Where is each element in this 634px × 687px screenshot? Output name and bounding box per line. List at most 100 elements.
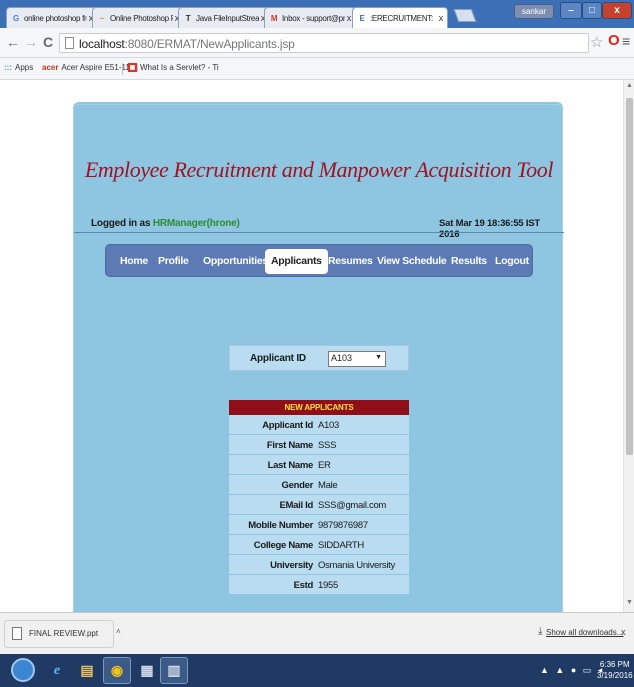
scroll-thumb[interactable]: [626, 98, 633, 455]
table-row: Estd 1955: [229, 575, 409, 595]
tab-title: Java FileInputStream and: [196, 13, 259, 23]
download-item[interactable]: FINAL REVIEW.ppt: [4, 620, 114, 648]
page-title: Employee Recruitment and Manpower Acquis…: [84, 157, 554, 182]
show-all-downloads-link[interactable]: Show all downloads...: [546, 628, 623, 637]
nav-applicants[interactable]: Applicants: [265, 249, 328, 274]
internet-explorer-icon[interactable]: e: [43, 657, 71, 684]
file-explorer-icon[interactable]: ▤: [73, 657, 101, 684]
profile-badge[interactable]: sankar: [514, 4, 554, 19]
bookmarks-bar: ::: Apps acer Acer Aspire E51-111 | ▣ Wh…: [0, 58, 634, 80]
download-file-name: FINAL REVIEW.ppt: [29, 629, 99, 638]
row-value: Osmania University: [318, 560, 395, 571]
row-label: Applicant Id: [262, 420, 313, 431]
close-window-button[interactable]: x: [602, 2, 632, 19]
login-prefix: Logged in as: [91, 218, 153, 229]
photoshop-icon: ~: [99, 13, 105, 23]
row-label: University: [270, 560, 313, 571]
tab-title: online photoshop free - (: [24, 13, 87, 23]
tab-gmail-inbox[interactable]: M Inbox - support@project x: [264, 7, 356, 28]
site-icon: ▣: [128, 63, 137, 72]
table-row: EMail Id SSS@gmail.com: [229, 495, 409, 515]
apps-grid-icon: :::: [4, 63, 12, 72]
nav-profile[interactable]: Profile: [158, 245, 189, 278]
download-icon: ⤓: [538, 626, 543, 637]
app-container: Employee Recruitment and Manpower Acquis…: [73, 104, 564, 612]
current-datetime: Sat Mar 19 18:36:55 IST 2016: [439, 218, 541, 240]
applicant-id-label: Applicant ID: [250, 353, 306, 364]
table-row: Last Name ER: [229, 455, 409, 475]
details-header: NEW APPLICANTS: [229, 400, 409, 415]
row-label: Gender: [281, 480, 314, 491]
page-icon: E: [359, 13, 365, 23]
close-downloads-icon[interactable]: x: [621, 627, 626, 637]
maximize-button[interactable]: □: [582, 2, 602, 19]
bookmark-label: What Is a Servlet? - Ti: [140, 63, 219, 72]
row-label: Estd: [293, 580, 314, 591]
bookmark-separator: [122, 63, 123, 75]
browser-toolbar: ← → C localhost:8080/ERMAT/NewApplicants…: [0, 28, 634, 58]
tab-java-fileinputstream[interactable]: T Java FileInputStream and x: [178, 7, 270, 28]
url-host: localhost: [79, 37, 125, 51]
row-value: SSS: [318, 440, 337, 451]
tab-online-photoshop-free[interactable]: ~ Online Photoshop Free - x: [92, 7, 184, 28]
main-nav: Home Profile Opportunities Applicants Re…: [105, 244, 533, 277]
tab-close-icon[interactable]: x: [439, 13, 444, 23]
gmail-icon: M: [270, 13, 278, 23]
bookmark-label: Acer Aspire E51-111 |: [61, 63, 138, 72]
bookmark-label: Apps: [15, 63, 34, 72]
nav-view-schedule[interactable]: View Schedule: [377, 245, 447, 278]
applicant-id-select[interactable]: A103 ▼: [328, 351, 386, 367]
start-button[interactable]: [11, 658, 35, 682]
row-label: Last Name: [267, 460, 314, 471]
reload-icon[interactable]: C: [43, 34, 53, 50]
table-row: Gender Male: [229, 475, 409, 495]
page-viewport: Employee Recruitment and Manpower Acquis…: [0, 80, 623, 612]
download-options-icon[interactable]: ˄: [116, 627, 121, 636]
url-path: :8080/ERMAT/NewApplicants.jsp: [124, 37, 295, 51]
file-icon: [12, 627, 22, 640]
opera-extension-icon[interactable]: O: [608, 32, 620, 49]
bookmark-apps[interactable]: ::: Apps: [4, 63, 33, 72]
row-label: EMail Id: [279, 500, 314, 511]
row-value: ER: [318, 460, 331, 471]
nav-home[interactable]: Home: [120, 245, 148, 278]
nav-results[interactable]: Results: [451, 245, 487, 278]
menu-icon[interactable]: ≡: [622, 33, 630, 49]
table-row: Applicant Id A103: [229, 415, 409, 435]
url-text[interactable]: localhost:8080/ERMAT/NewApplicants.jsp: [79, 37, 295, 51]
scroll-down-arrow-icon[interactable]: ▼: [626, 599, 633, 606]
system-tray-icons[interactable]: ▲ ▲ ● ▭ ◂: [540, 665, 604, 676]
nav-logout[interactable]: Logout: [495, 245, 529, 278]
table-row: College Name SIDDARTH: [229, 535, 409, 555]
tab-erecruitment[interactable]: E :ERECRUITMENT: x: [352, 7, 448, 28]
page-icon: [65, 37, 74, 49]
table-row: Mobile Number 9879876987: [229, 515, 409, 535]
nav-opportunities[interactable]: Opportunities: [203, 245, 268, 278]
back-arrow-icon[interactable]: ←: [6, 34, 20, 50]
tab-title: Online Photoshop Free -: [110, 13, 173, 23]
row-label: College Name: [253, 540, 314, 551]
vertical-scrollbar[interactable]: ▲ ▼: [623, 80, 634, 612]
address-bar[interactable]: localhost:8080/ERMAT/NewApplicants.jsp: [59, 33, 589, 53]
clock-date: 3/19/2016: [597, 671, 633, 680]
forward-arrow-icon[interactable]: →: [24, 34, 38, 50]
tab-online-photoshop[interactable]: G online photoshop free - ( x: [6, 7, 98, 28]
tab-title: Inbox - support@project: [282, 13, 345, 23]
bookmark-star-icon[interactable]: ☆: [590, 33, 603, 51]
tab-close-icon[interactable]: x: [347, 13, 352, 23]
bookmark-servlet[interactable]: ▣ What Is a Servlet? - Ti: [128, 63, 219, 72]
minimize-button[interactable]: –: [560, 2, 582, 19]
clock[interactable]: 6:36 PM 3/19/2016: [597, 659, 633, 681]
row-value: SSS@gmail.com: [318, 500, 387, 511]
clock-time: 6:36 PM: [599, 660, 630, 669]
nav-resumes[interactable]: Resumes: [328, 245, 373, 278]
scroll-up-arrow-icon[interactable]: ▲: [626, 82, 633, 89]
row-value: 9879876987: [318, 520, 368, 531]
app-icon[interactable]: ▥: [160, 657, 188, 684]
logged-in-info: Logged in as HRManager(hrone): [91, 218, 240, 229]
bookmark-acer[interactable]: acer Acer Aspire E51-111 |: [42, 63, 138, 72]
new-tab-button[interactable]: [453, 9, 477, 22]
app-icon[interactable]: ▦: [133, 657, 161, 684]
login-username: HRManager(hrone): [152, 218, 240, 229]
chrome-icon[interactable]: ◉: [103, 657, 131, 684]
